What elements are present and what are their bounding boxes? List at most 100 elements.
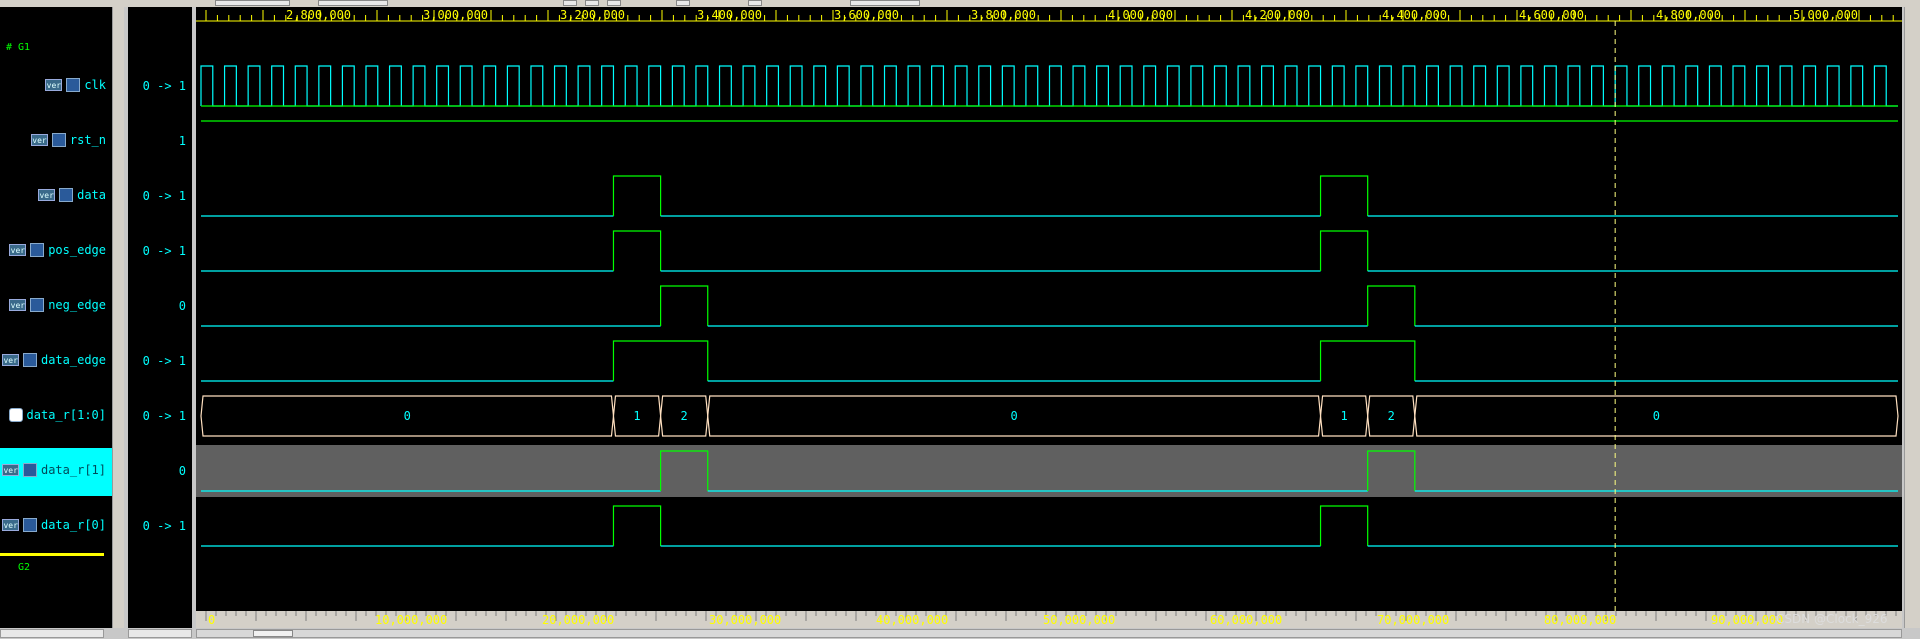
waveform-scrollbar[interactable]	[1904, 7, 1920, 628]
signal-name: pos_edge	[48, 243, 106, 257]
bottom-ruler-tick-label: 30,000,000	[709, 613, 781, 627]
wave-data-edge-pulse	[1319, 340, 1416, 381]
name-pane-scrollbar[interactable]	[112, 7, 124, 628]
zoom-out-button[interactable]	[585, 0, 599, 6]
signal-row-data-edge[interactable]: data_edge ver	[0, 350, 112, 372]
wave-clk	[200, 65, 1898, 107]
bottom-ruler-tick-label: 0	[208, 613, 215, 627]
signal-row-neg-edge[interactable]: neg_edge ver	[0, 295, 112, 317]
time-field-2[interactable]	[318, 0, 388, 6]
top-ruler-tick-label: 4,000,000	[1108, 8, 1173, 22]
signal-name: data_r[0]	[40, 518, 106, 532]
wave-data-pulse	[1319, 175, 1369, 216]
output-port-icon	[23, 353, 38, 367]
bottom-ruler-tick-label: 20,000,000	[542, 613, 614, 627]
bottom-ruler-tick-label: 10,000,000	[375, 613, 447, 627]
top-ruler-tick-label: 3,600,000	[834, 8, 899, 22]
top-ruler-tick-label: 4,600,000	[1519, 8, 1584, 22]
bus-value-label: 2	[1388, 409, 1395, 423]
wave-data-pulse	[612, 175, 662, 216]
waveform-area[interactable]: 2,800,000 3,000,000 3,200,000 3,400,000 3,60…	[196, 7, 1917, 628]
signal-name-pane: # G1 clk ver rst_n ver data ver pos_edge ver neg…	[0, 7, 112, 628]
signal-row-pos-edge[interactable]: pos_edge ver	[0, 240, 112, 262]
wave-hscroll-thumb[interactable]	[253, 630, 293, 637]
output-port-icon	[30, 298, 45, 312]
toolbar	[0, 0, 1920, 7]
wave-neg-edge-pulse	[1367, 285, 1416, 326]
signal-name: data	[77, 188, 106, 202]
selected-row-band	[196, 445, 1902, 497]
signal-row-data-r0[interactable]: data_r[0] ver	[0, 515, 112, 537]
verilog-badge: ver	[9, 299, 27, 311]
next-edge-button[interactable]	[748, 0, 762, 6]
bottom-ruler-tick-label: 60,000,000	[1210, 613, 1282, 627]
bus-value-label: 2	[681, 409, 688, 423]
verilog-badge: ver	[2, 519, 20, 531]
bus-value-label: 0	[1653, 409, 1660, 423]
top-ruler-tick-label: 3,000,000	[423, 8, 488, 22]
signal-row-rst-n[interactable]: rst_n ver	[0, 130, 112, 152]
wave-data-r0-pulse	[1319, 505, 1369, 546]
signal-row-data[interactable]: data ver	[0, 185, 112, 207]
group-g1-label: # G1	[6, 42, 31, 53]
bottom-ruler-tick-label: 70,000,000	[1377, 613, 1449, 627]
bottom-ruler-tick-label: 90,000,000	[1711, 613, 1783, 627]
signal-value: 0 -> 1	[142, 519, 186, 533]
zoom-in-button[interactable]	[563, 0, 577, 6]
wave-pos-edge-pulse	[612, 230, 662, 271]
top-ruler-tick-label: 4,800,000	[1656, 8, 1721, 22]
top-ruler-tick-label: 4,200,000	[1245, 8, 1310, 22]
top-ruler-tick-label: 3,400,000	[697, 8, 762, 22]
group-g2-marker	[0, 553, 104, 556]
bus-value-label: 0	[404, 409, 411, 423]
group-g2-label: G2	[18, 562, 31, 573]
wave-data-r0-pulse	[612, 505, 662, 546]
signal-name: data_edge	[40, 353, 106, 367]
top-ruler-tick-label: 5,000,000	[1793, 8, 1858, 22]
horizontal-scrollbar[interactable]	[0, 628, 1920, 639]
wave-pos-edge-pulse	[1319, 230, 1369, 271]
signal-name: data_r[1:0]	[26, 408, 106, 422]
signal-row-data-r1[interactable]: data_r[1] ver	[0, 448, 112, 496]
register-icon	[23, 518, 38, 532]
signal-name: data_r[1]	[40, 463, 106, 477]
signal-name: rst_n	[69, 133, 106, 147]
signal-row-clk[interactable]: clk ver	[0, 75, 112, 97]
name-hscroll[interactable]	[0, 629, 104, 638]
signal-value: 1	[178, 134, 186, 148]
bottom-ruler-tick-label: 40,000,000	[876, 613, 948, 627]
verilog-badge: ver	[2, 354, 20, 366]
wave-hscroll-track[interactable]	[196, 629, 1902, 638]
signal-value: 0	[178, 299, 186, 313]
top-ruler-tick-label: 3,200,000	[560, 8, 625, 22]
input-port-icon	[52, 133, 66, 147]
top-ruler-tick-label: 3,800,000	[971, 8, 1036, 22]
top-ruler-tick-label: 4,400,000	[1382, 8, 1447, 22]
verilog-badge: ver	[38, 189, 56, 201]
prev-edge-button[interactable]	[676, 0, 690, 6]
value-hscroll[interactable]	[128, 629, 192, 638]
bus-value-label: 1	[633, 409, 640, 423]
input-port-icon	[66, 78, 81, 92]
verilog-badge: ver	[31, 134, 48, 146]
search-field[interactable]	[850, 0, 920, 6]
bus-value-label: 1	[1341, 409, 1348, 423]
signal-row-data-r10[interactable]: data_r[1:0]	[0, 405, 112, 427]
time-field[interactable]	[215, 0, 290, 6]
verilog-badge: ver	[45, 79, 63, 91]
output-port-icon	[30, 243, 45, 257]
signal-value: 0	[178, 464, 186, 478]
signal-value: 0 -> 1	[142, 409, 186, 423]
bottom-ruler-tick-label: 80,000,000	[1544, 613, 1616, 627]
bus-value-label: 0	[1011, 409, 1018, 423]
signal-value: 0 -> 1	[142, 244, 186, 258]
waveform-canvas[interactable]: 2,800,000 3,000,000 3,200,000 3,400,000 3,60…	[196, 7, 1917, 628]
zoom-fit-button[interactable]	[607, 0, 621, 6]
signal-name: clk	[84, 78, 106, 92]
signal-value-pane: 0 -> 1 1 0 -> 1 0 -> 1 0 0 -> 1 0 -> 1 0 0 -> 1	[128, 7, 192, 628]
top-ruler-tick-label: 2,800,000	[286, 8, 351, 22]
signal-value: 0 -> 1	[142, 354, 186, 368]
signal-name: neg_edge	[48, 298, 106, 312]
register-icon	[23, 463, 38, 477]
signal-value: 0 -> 1	[142, 189, 186, 203]
